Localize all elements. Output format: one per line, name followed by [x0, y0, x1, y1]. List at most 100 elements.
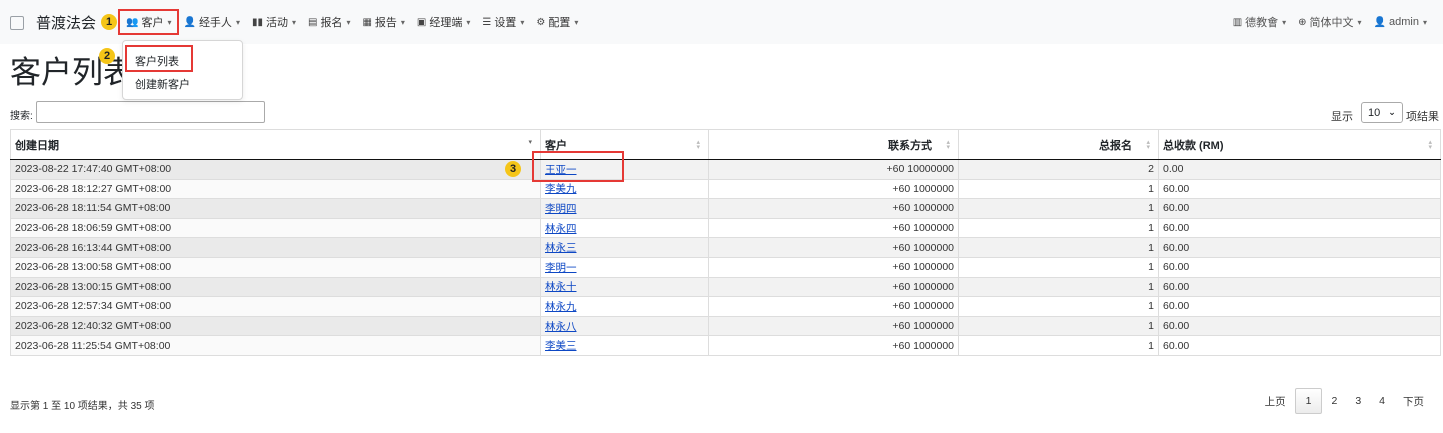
- chevron-down-icon: ▾: [167, 17, 172, 27]
- cell-contact: +60 1000000: [708, 276, 959, 298]
- pagination-page-4[interactable]: 4: [1370, 388, 1394, 414]
- customer-link[interactable]: 林永三: [545, 242, 577, 254]
- cell-total-registrations: 2: [958, 159, 1159, 180]
- pagination-next-button[interactable]: 下页: [1394, 388, 1433, 414]
- cell-created-date: 2023-06-28 11:25:54 GMT+08:00: [10, 335, 541, 356]
- nav-item-5[interactable]: ▣ 经理端 ▾: [411, 11, 476, 33]
- globe-icon: ⊕: [1298, 16, 1307, 28]
- pagination-page-2[interactable]: 2: [1322, 388, 1346, 414]
- nav-item-7[interactable]: ⚙ 配置 ▾: [530, 11, 584, 33]
- highlight-box-customer-list: [125, 45, 193, 72]
- table-row: 2023-06-28 11:25:54 GMT+08:00 李美三 +60 1000…: [10, 335, 1441, 356]
- table-row: 2023-06-28 18:06:59 GMT+08:00 林永四 +60 1000…: [10, 217, 1441, 239]
- chevron-down-icon: ▾: [235, 17, 240, 27]
- nav-right-item-label: 德教會: [1245, 17, 1279, 29]
- nav-right-item-0[interactable]: ▥ 德教會 ▾: [1227, 11, 1292, 33]
- table-header-row: 创建日期 ▾ 客户 ▴ ▾ 联系方式 ▴ ▾ 总报名 ▴ ▾ 总收款 (RM) ▴ ▾: [10, 129, 1441, 160]
- column-header-total-payment[interactable]: 总收款 (RM) ▴ ▾: [1158, 129, 1441, 160]
- user-icon: 👤: [183, 16, 196, 28]
- cell-total-registrations: 1: [958, 315, 1159, 337]
- cell-created-date: 2023-06-28 18:11:54 GMT+08:00: [10, 198, 541, 219]
- cell-created-date: 2023-06-28 18:06:59 GMT+08:00: [10, 217, 541, 239]
- cell-contact: +60 1000000: [708, 335, 959, 356]
- chevron-down-icon: ⌄: [1388, 107, 1396, 117]
- customer-link[interactable]: 林永八: [545, 321, 577, 333]
- nav-item-label: 活动: [265, 17, 288, 29]
- nav-item-1[interactable]: 👤 经手人 ▾: [177, 11, 245, 33]
- page-length-select[interactable]: 10 ⌄: [1361, 102, 1403, 123]
- cell-total-payment: 60.00: [1158, 198, 1441, 219]
- cell-created-date: 2023-06-28 16:13:44 GMT+08:00: [10, 237, 541, 258]
- customer-link[interactable]: 林永四: [545, 223, 577, 235]
- building-icon: ▥: [1232, 16, 1243, 28]
- cell-total-payment: 0.00: [1158, 159, 1441, 180]
- nav-item-3[interactable]: ▤ 报名 ▾: [302, 11, 356, 33]
- table-row: 2023-06-28 18:12:27 GMT+08:00 李美九 +60 1000…: [10, 178, 1441, 200]
- pagination-prev-button[interactable]: 上页: [1256, 388, 1295, 414]
- cell-customer: 林永八: [540, 315, 709, 337]
- table-row: 2023-08-22 17:47:40 GMT+08:00 王亚一 +60 1000…: [10, 159, 1441, 180]
- cell-customer: 李明四: [540, 198, 709, 219]
- briefcase-icon: ▣: [416, 16, 427, 28]
- pagination-page-1[interactable]: 1: [1294, 388, 1323, 414]
- cell-total-payment: 60.00: [1158, 178, 1441, 200]
- annotation-badge-1: 1: [101, 14, 117, 30]
- cell-contact: +60 1000000: [708, 296, 959, 317]
- column-header-label: 总收款 (RM): [1163, 139, 1224, 152]
- page-length-value: 10: [1368, 106, 1381, 119]
- nav-item-2[interactable]: ▮▮ 活动 ▾: [246, 11, 302, 33]
- cell-total-registrations: 1: [958, 276, 1159, 298]
- users-icon: 👥: [126, 16, 139, 28]
- cell-total-registrations: 1: [958, 296, 1159, 317]
- pagination-page-3[interactable]: 3: [1346, 388, 1370, 414]
- nav-item-label: 设置: [494, 17, 517, 29]
- cell-customer: 林永九: [540, 296, 709, 317]
- report-icon: ▦: [362, 16, 372, 28]
- cell-customer: 李美三: [540, 335, 709, 356]
- chevron-down-icon: ▾: [400, 17, 405, 27]
- cell-contact: +60 1000000: [708, 217, 959, 239]
- brand-name: 普渡法会: [36, 14, 97, 32]
- table-row: 2023-06-28 18:11:54 GMT+08:00 李明四 +60 1000…: [10, 198, 1441, 219]
- customer-link[interactable]: 林永十: [545, 281, 577, 293]
- table-row: 2023-06-28 12:57:34 GMT+08:00 林永九 +60 1000…: [10, 296, 1441, 317]
- customer-link[interactable]: 林永九: [545, 301, 577, 313]
- customer-link[interactable]: 李美九: [545, 183, 577, 195]
- nav-item-label: 报名: [320, 17, 343, 29]
- customer-link[interactable]: 李美三: [545, 340, 577, 352]
- nav-item-label: 经理端: [429, 17, 463, 29]
- column-header-created-date[interactable]: 创建日期 ▾: [10, 129, 541, 160]
- cell-total-payment: 60.00: [1158, 296, 1441, 317]
- search-label: 搜索:: [10, 111, 33, 122]
- cell-total-registrations: 1: [958, 198, 1159, 219]
- annotation-badge-2: 2: [99, 48, 115, 64]
- cell-total-payment: 60.00: [1158, 256, 1441, 278]
- search-input[interactable]: [36, 101, 265, 123]
- column-header-total-registrations[interactable]: 总报名 ▴ ▾: [958, 129, 1159, 160]
- nav-item-4[interactable]: ▦ 报告 ▾: [356, 11, 410, 33]
- nav-item-6[interactable]: ☰ 设置 ▾: [476, 11, 530, 33]
- pagination: 上页 1 2 3 4 下页: [1256, 388, 1433, 414]
- nav-right-item-label: 简体中文: [1309, 17, 1354, 29]
- user-icon: 👤: [1373, 16, 1387, 28]
- customer-link[interactable]: 李明四: [545, 203, 577, 215]
- cell-contact: +60 1000000: [708, 237, 959, 258]
- nav-right-item-1[interactable]: ⊕ 简体中文 ▾: [1292, 11, 1367, 33]
- nav-item-label: 配置: [548, 17, 571, 29]
- sort-icon: ▴ ▾: [946, 139, 950, 151]
- dropdown-item-new-customer[interactable]: 创建新客户: [135, 76, 190, 92]
- cell-created-date: 2023-06-28 12:57:34 GMT+08:00: [10, 296, 541, 317]
- sort-icon: ▴ ▾: [1146, 139, 1150, 151]
- customer-link[interactable]: 李明一: [545, 262, 577, 274]
- map-icon: ▮▮: [251, 16, 263, 28]
- sort-desc-icon: ▾: [528, 139, 532, 146]
- column-header-contact[interactable]: 联系方式 ▴ ▾: [708, 129, 959, 160]
- cell-created-date: 2023-06-28 13:00:15 GMT+08:00: [10, 276, 541, 298]
- cell-total-registrations: 1: [958, 256, 1159, 278]
- nav-right-item-2[interactable]: 👤 admin ▾: [1368, 11, 1433, 33]
- nav-item-0[interactable]: 👥 客户 ▾: [117, 9, 180, 35]
- cell-contact: +60 10000000: [708, 159, 959, 180]
- brand[interactable]: 普渡法会: [10, 12, 96, 33]
- cell-total-registrations: 1: [958, 178, 1159, 200]
- table-row: 2023-06-28 12:40:32 GMT+08:00 林永八 +60 1000…: [10, 315, 1441, 337]
